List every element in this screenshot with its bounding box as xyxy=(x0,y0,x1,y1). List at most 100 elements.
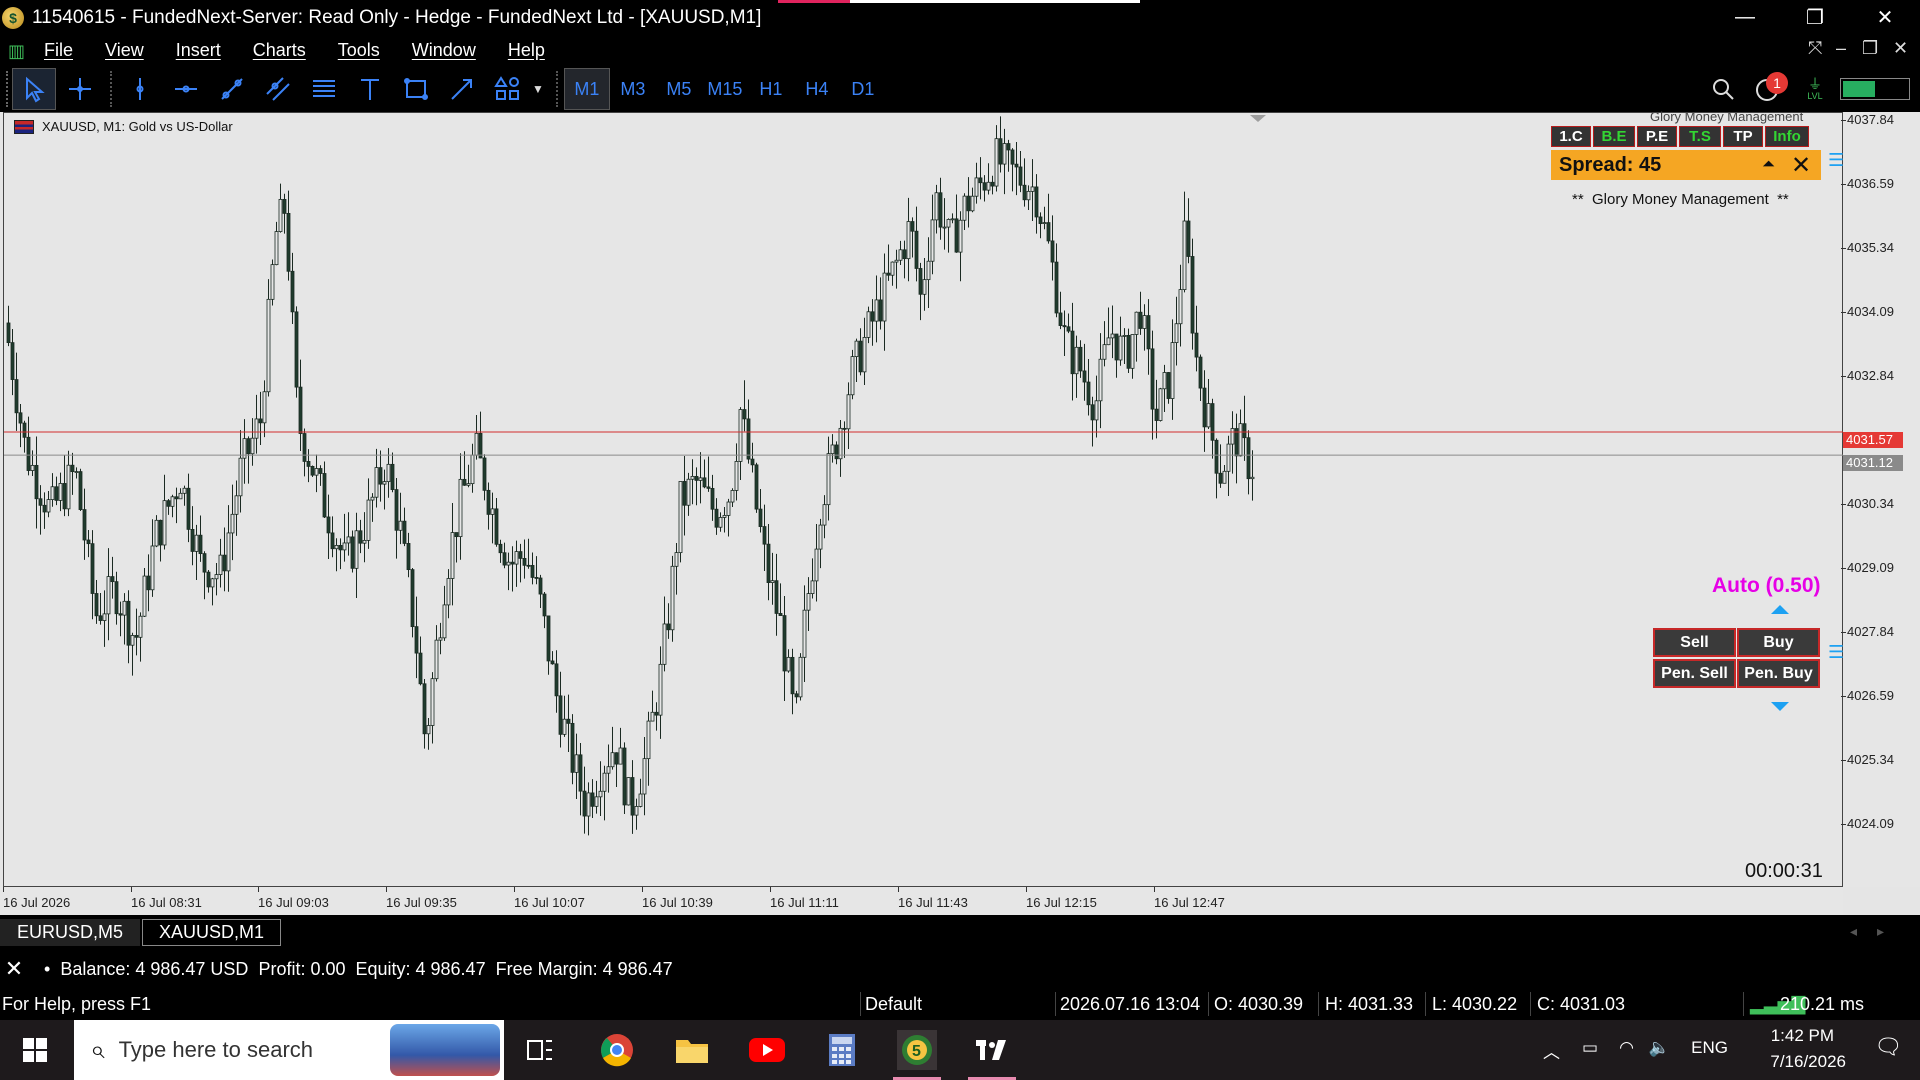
candle-bear xyxy=(966,195,971,212)
candle-bull xyxy=(726,501,731,516)
horizontal-line-tool[interactable] xyxy=(164,68,208,110)
vertical-line-tool[interactable] xyxy=(118,68,162,110)
price-tick: 4035.34 xyxy=(1841,240,1894,255)
open-text: O: 4030.39 xyxy=(1214,994,1304,1014)
chart-shift-marker[interactable] xyxy=(1250,115,1266,122)
price-tick: 4027.84 xyxy=(1841,624,1894,639)
chart-plot[interactable]: XAUUSD, M1: Gold vs US-Dollar xyxy=(3,112,1844,887)
breakeven-button[interactable]: B.E xyxy=(1593,126,1635,147)
lot-increase-icon[interactable] xyxy=(1771,605,1789,614)
panel-close-icon[interactable]: ✕ xyxy=(1791,151,1811,180)
trailing-stop-button[interactable]: T.S xyxy=(1679,126,1721,147)
tray-chevron-icon[interactable]: ︿ xyxy=(1543,1038,1560,1063)
tradingview-icon[interactable] xyxy=(968,1030,1016,1080)
timeframe-h1[interactable]: H1 xyxy=(748,68,794,110)
candle-bear xyxy=(1194,332,1199,358)
language-indicator[interactable]: ENG xyxy=(1691,1038,1728,1058)
tab-scroll-arrows[interactable]: ◂▸ xyxy=(1850,923,1904,940)
collapse-icon[interactable]: ⏶ xyxy=(1762,156,1775,174)
time-tick: 16 Jul 2026 xyxy=(3,887,71,910)
partial-exit-button[interactable]: P.E xyxy=(1637,126,1677,147)
candle-bull xyxy=(210,578,215,588)
pending-sell-button[interactable]: Pen. Sell xyxy=(1653,659,1736,688)
calculator-icon[interactable] xyxy=(822,1030,862,1070)
notifications-button[interactable]: 1 xyxy=(1754,72,1790,104)
search-icon[interactable] xyxy=(1710,76,1736,102)
tab-xauusd-m1[interactable]: XAUUSD,M1 xyxy=(142,919,282,946)
trade-panel-grab-icon[interactable]: ☰ xyxy=(1828,642,1844,663)
timeframe-m1[interactable]: M1 xyxy=(563,68,610,110)
metatrader-icon[interactable]: 5 xyxy=(893,1030,941,1080)
one-click-button[interactable]: 1.C xyxy=(1551,126,1591,147)
candle-bull xyxy=(374,467,379,498)
info-button[interactable]: Info xyxy=(1765,126,1809,147)
candle-bear xyxy=(858,340,863,373)
shapes-dropdown-icon[interactable]: ▼ xyxy=(532,82,544,96)
timeframe-m3[interactable]: M3 xyxy=(610,68,656,110)
candle-bull xyxy=(810,580,815,594)
taskbar-search[interactable]: ⌕ Type here to search xyxy=(74,1020,504,1080)
take-profit-button[interactable]: TP xyxy=(1723,126,1763,147)
panel-grab-icon[interactable]: ☰ xyxy=(1828,150,1844,171)
wifi-icon[interactable]: ◠ xyxy=(1619,1038,1634,1058)
notifications-icon[interactable]: 🗨 xyxy=(1874,1034,1902,1060)
terminal-close-icon[interactable]: ✕ xyxy=(0,956,28,982)
unpin-icon[interactable]: ⤧ xyxy=(1808,38,1822,59)
clock-time[interactable]: 1:42 PM xyxy=(1771,1026,1834,1046)
chrome-icon[interactable] xyxy=(597,1030,637,1070)
arrow-tool[interactable] xyxy=(440,68,484,110)
start-button[interactable] xyxy=(0,1020,70,1080)
signal-level-indicator[interactable]: ⏚ LVL xyxy=(1800,77,1830,101)
pending-buy-button[interactable]: Pen. Buy xyxy=(1737,659,1820,688)
candle-bear xyxy=(126,600,131,646)
candle-bull xyxy=(942,226,947,229)
buy-button[interactable]: Buy xyxy=(1737,628,1820,657)
crosshair-tool[interactable] xyxy=(58,68,102,110)
menu-insert[interactable]: Insert xyxy=(176,40,221,61)
battery-icon[interactable]: ▭ xyxy=(1582,1038,1598,1058)
menu-charts[interactable]: Charts xyxy=(253,40,306,61)
file-explorer-icon[interactable] xyxy=(672,1030,712,1070)
candle-bull xyxy=(690,475,695,480)
youtube-icon[interactable] xyxy=(747,1030,787,1070)
candle-bull xyxy=(934,192,939,221)
candle-bull xyxy=(662,623,667,665)
timeframe-m5[interactable]: M5 xyxy=(656,68,702,110)
candle-bull xyxy=(490,508,495,515)
cursor-tool[interactable] xyxy=(12,68,56,110)
shapes-tool[interactable] xyxy=(486,68,530,110)
timeframe-h4[interactable]: H4 xyxy=(794,68,840,110)
candle-bear xyxy=(282,198,287,214)
status-separator xyxy=(1530,992,1531,1016)
close-button[interactable]: ✕ xyxy=(1850,0,1920,35)
candle-bear xyxy=(918,268,923,295)
clock-date[interactable]: 7/16/2026 xyxy=(1770,1052,1846,1072)
candle-bull xyxy=(138,615,143,638)
child-close-button[interactable]: ✕ xyxy=(1893,38,1908,59)
child-restore-button[interactable]: ❐ xyxy=(1862,38,1878,59)
timeframe-m15[interactable]: M15 xyxy=(702,68,748,110)
candle-bear xyxy=(454,532,459,538)
channel-tool[interactable] xyxy=(256,68,300,110)
lot-decrease-icon[interactable] xyxy=(1771,702,1789,711)
timeframe-d1[interactable]: D1 xyxy=(840,68,886,110)
child-minimize-button[interactable]: – xyxy=(1836,38,1846,59)
restore-button[interactable]: ❐ xyxy=(1780,0,1850,35)
menu-window[interactable]: Window xyxy=(412,40,476,61)
menu-tools[interactable]: Tools xyxy=(338,40,380,61)
auto-lot-label[interactable]: Auto (0.50) xyxy=(1712,574,1821,598)
sell-button[interactable]: Sell xyxy=(1653,628,1736,657)
task-view-icon[interactable] xyxy=(520,1030,560,1070)
menu-help[interactable]: Help xyxy=(508,40,545,61)
menu-file[interactable]: File xyxy=(44,40,73,61)
trendline-tool[interactable] xyxy=(210,68,254,110)
tab-eurusd-m5[interactable]: EURUSD,M5 xyxy=(0,919,141,946)
candle-bull xyxy=(514,551,519,565)
candle-bear xyxy=(546,615,551,662)
rectangle-tool[interactable] xyxy=(394,68,438,110)
text-tool[interactable] xyxy=(348,68,392,110)
minimize-button[interactable]: — xyxy=(1710,0,1780,35)
fibonacci-tool[interactable] xyxy=(302,68,346,110)
menu-view[interactable]: View xyxy=(105,40,144,61)
volume-icon[interactable]: 🔈 xyxy=(1649,1038,1670,1058)
